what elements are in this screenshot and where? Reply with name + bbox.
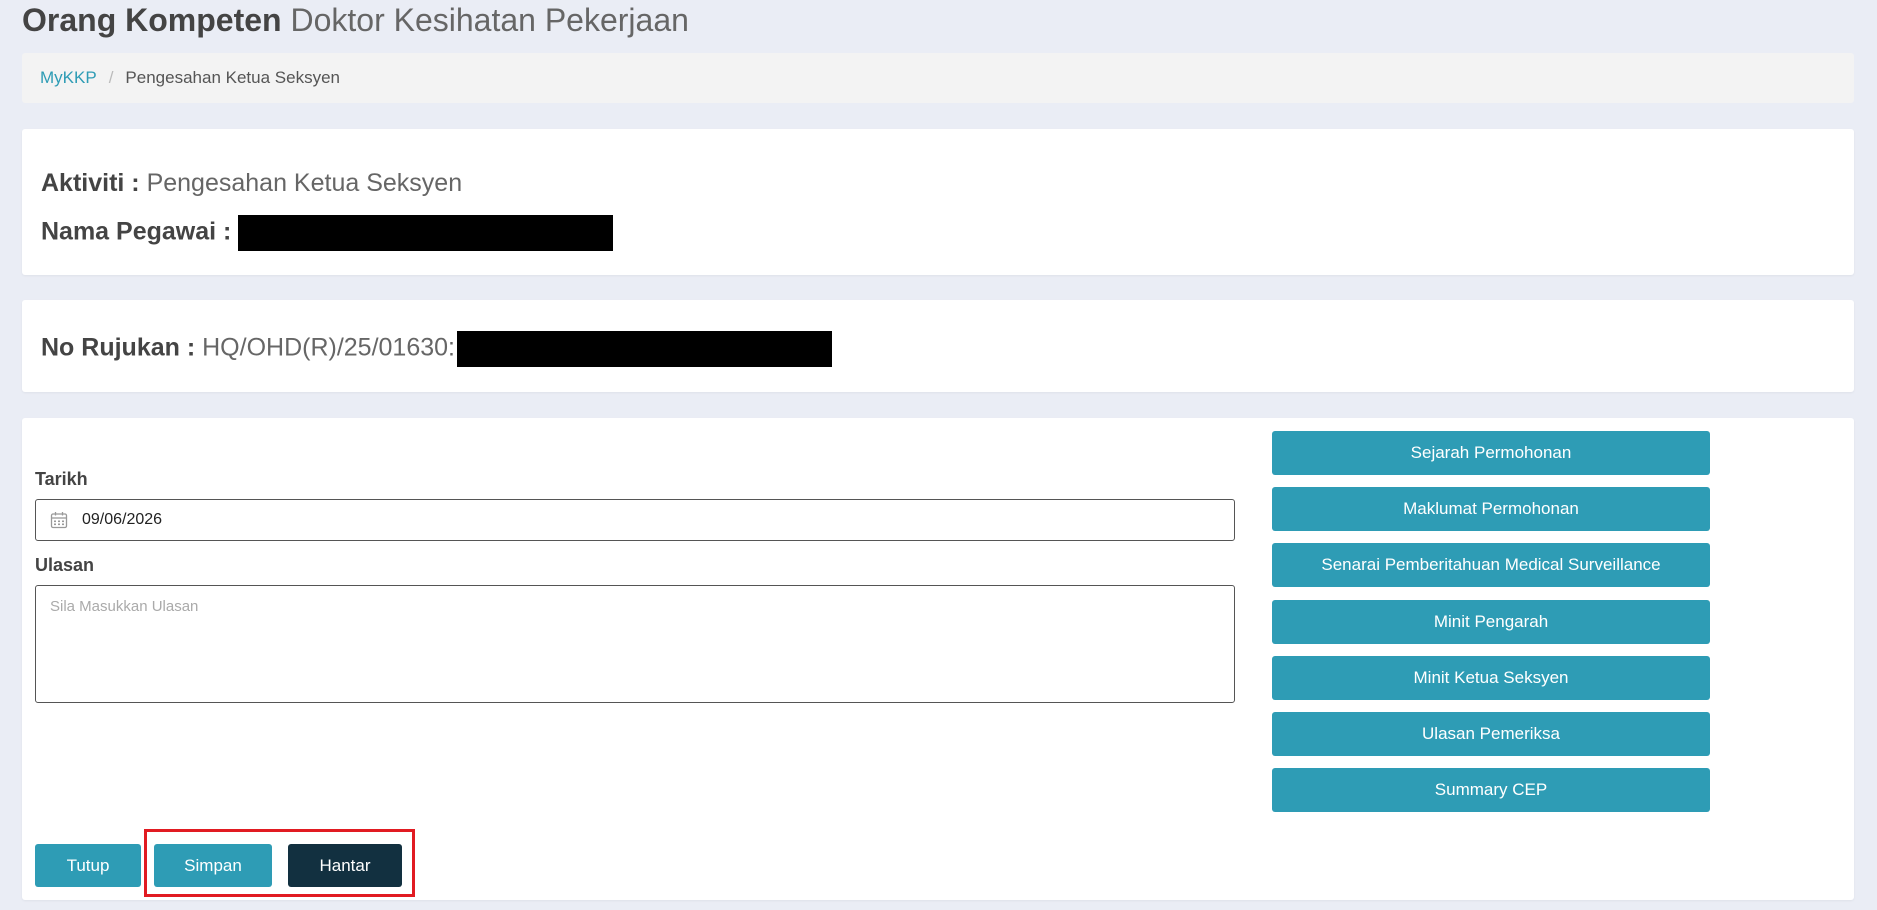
sejarah-permohonan-button[interactable]: Sejarah Permohonan: [1272, 431, 1710, 475]
breadcrumb-home-link[interactable]: MyKKP: [40, 68, 97, 88]
page-title-light: Doktor Kesihatan Pekerjaan: [290, 2, 689, 38]
redacted-reference: [457, 331, 832, 367]
no-rujukan-label: No Rujukan :: [41, 333, 196, 362]
senarai-pemberitahuan-button[interactable]: Senarai Pemberitahuan Medical Surveillan…: [1272, 543, 1710, 587]
no-rujukan-row: No Rujukan : HQ/OHD(R)/25/01630:: [41, 331, 832, 367]
activity-card: Aktiviti : Pengesahan Ketua Seksyen Nama…: [22, 129, 1854, 275]
summary-cep-button[interactable]: Summary CEP: [1272, 768, 1710, 812]
tarikh-value: 09/06/2026: [82, 511, 163, 528]
ulasan-placeholder: Sila Masukkan Ulasan: [50, 598, 199, 615]
no-rujukan-value: HQ/OHD(R)/25/01630:: [202, 333, 455, 362]
reference-card: No Rujukan : HQ/OHD(R)/25/01630:: [22, 300, 1854, 392]
breadcrumb: MyKKP / Pengesahan Ketua Seksyen: [22, 53, 1854, 103]
ulasan-pemeriksa-button[interactable]: Ulasan Pemeriksa: [1272, 712, 1710, 756]
breadcrumb-current: Pengesahan Ketua Seksyen: [125, 68, 340, 87]
simpan-button[interactable]: Simpan: [154, 844, 272, 887]
form-card: Tarikh 09/06/2026 Ulasan Sila Masukkan U…: [22, 418, 1854, 900]
aktiviti-label: Aktiviti :: [41, 169, 140, 197]
tarikh-label: Tarikh: [35, 469, 88, 489]
calendar-icon[interactable]: [50, 511, 68, 529]
tarikh-date-input[interactable]: 09/06/2026: [35, 499, 1235, 541]
page-title-bold: Orang Kompeten: [22, 2, 282, 38]
minit-ketua-seksyen-button[interactable]: Minit Ketua Seksyen: [1272, 656, 1710, 700]
ulasan-label: Ulasan: [35, 555, 95, 575]
page-title: Orang Kompeten Doktor Kesihatan Pekerjaa…: [22, 2, 689, 39]
tutup-button[interactable]: Tutup: [35, 844, 141, 887]
breadcrumb-separator: /: [108, 68, 114, 87]
redacted-name: [238, 215, 614, 251]
nama-pegawai-label: Nama Pegawai :: [41, 217, 232, 246]
ulasan-textarea[interactable]: Sila Masukkan Ulasan: [35, 585, 1235, 703]
hantar-button[interactable]: Hantar: [288, 844, 402, 887]
aktiviti-row: Aktiviti : Pengesahan Ketua Seksyen: [41, 169, 462, 198]
aktiviti-value: Pengesahan Ketua Seksyen: [146, 169, 463, 197]
minit-pengarah-button[interactable]: Minit Pengarah: [1272, 600, 1710, 644]
nama-pegawai-row: Nama Pegawai :: [41, 215, 614, 251]
maklumat-permohonan-button[interactable]: Maklumat Permohonan: [1272, 487, 1710, 531]
